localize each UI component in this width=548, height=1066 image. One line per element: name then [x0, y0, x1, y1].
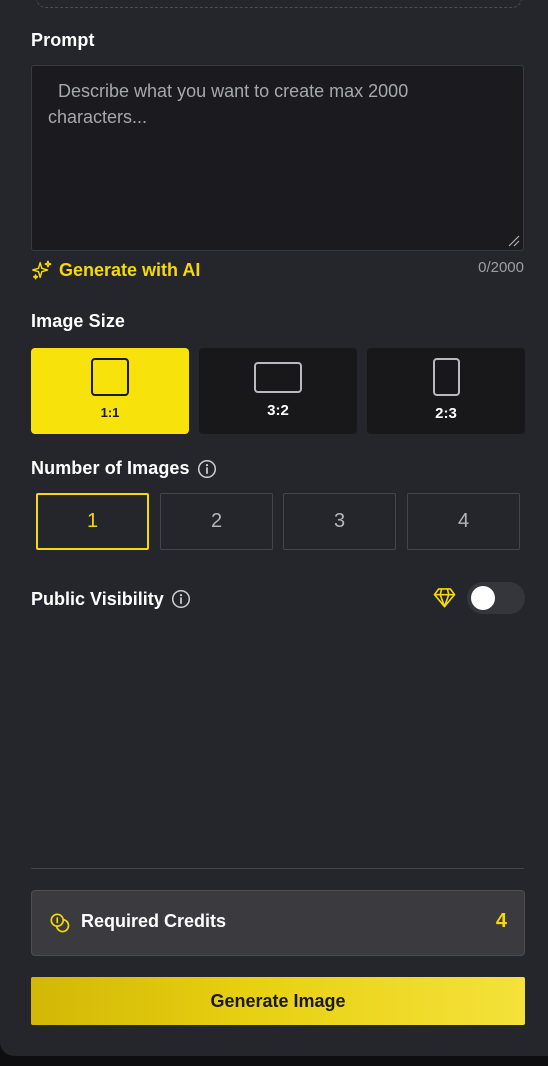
- size-option-2-3[interactable]: 2:3: [367, 348, 525, 434]
- public-visibility-toggle[interactable]: [467, 582, 525, 614]
- generate-with-ai-button[interactable]: Generate with AI: [31, 258, 200, 282]
- required-credits-value: 4: [495, 910, 507, 932]
- prompt-box: [31, 65, 524, 251]
- toggle-knob: [471, 586, 495, 610]
- info-icon[interactable]: [197, 459, 217, 479]
- size-option-label: 3:2: [267, 402, 289, 419]
- size-option-3-2[interactable]: 3:2: [199, 348, 357, 434]
- prompt-input[interactable]: [32, 66, 523, 250]
- info-icon[interactable]: [171, 589, 191, 609]
- required-credits-label: Required Credits: [81, 911, 227, 931]
- size-option-1-1[interactable]: 1:1: [31, 348, 189, 434]
- portrait-shape-icon: [433, 358, 460, 396]
- size-option-label: 2:3: [435, 405, 457, 422]
- public-visibility-title: Public Visibility: [31, 588, 164, 609]
- prompt-title: Prompt: [31, 30, 95, 50]
- public-visibility-header: Public Visibility: [31, 586, 191, 612]
- premium-diamond-icon: [433, 588, 456, 608]
- size-option-label: 1:1: [100, 405, 120, 420]
- square-shape-icon: [91, 358, 129, 396]
- image-count-3[interactable]: 3: [283, 493, 396, 550]
- number-of-images-header: Number of Images: [31, 458, 217, 479]
- generate-image-button[interactable]: Generate Image: [31, 977, 525, 1025]
- number-of-images-title: Number of Images: [31, 458, 190, 478]
- landscape-shape-icon: [254, 362, 302, 393]
- upload-dropzone-edge[interactable]: [36, 0, 522, 8]
- required-credits-box: Required Credits 4: [31, 890, 525, 956]
- coins-icon: [50, 913, 70, 933]
- image-count-4[interactable]: 4: [407, 493, 520, 550]
- image-count-1[interactable]: 1: [36, 493, 149, 550]
- generation-panel: Prompt Generate with AI 0/2000 Image Siz…: [0, 0, 548, 1056]
- sparkles-icon: [32, 260, 52, 280]
- character-count: 0/2000: [478, 259, 524, 276]
- image-size-title: Image Size: [31, 311, 126, 331]
- generate-with-ai-label: Generate with AI: [59, 259, 201, 280]
- image-count-2[interactable]: 2: [160, 493, 273, 550]
- divider: [31, 868, 524, 869]
- resize-grip-icon[interactable]: [508, 235, 520, 247]
